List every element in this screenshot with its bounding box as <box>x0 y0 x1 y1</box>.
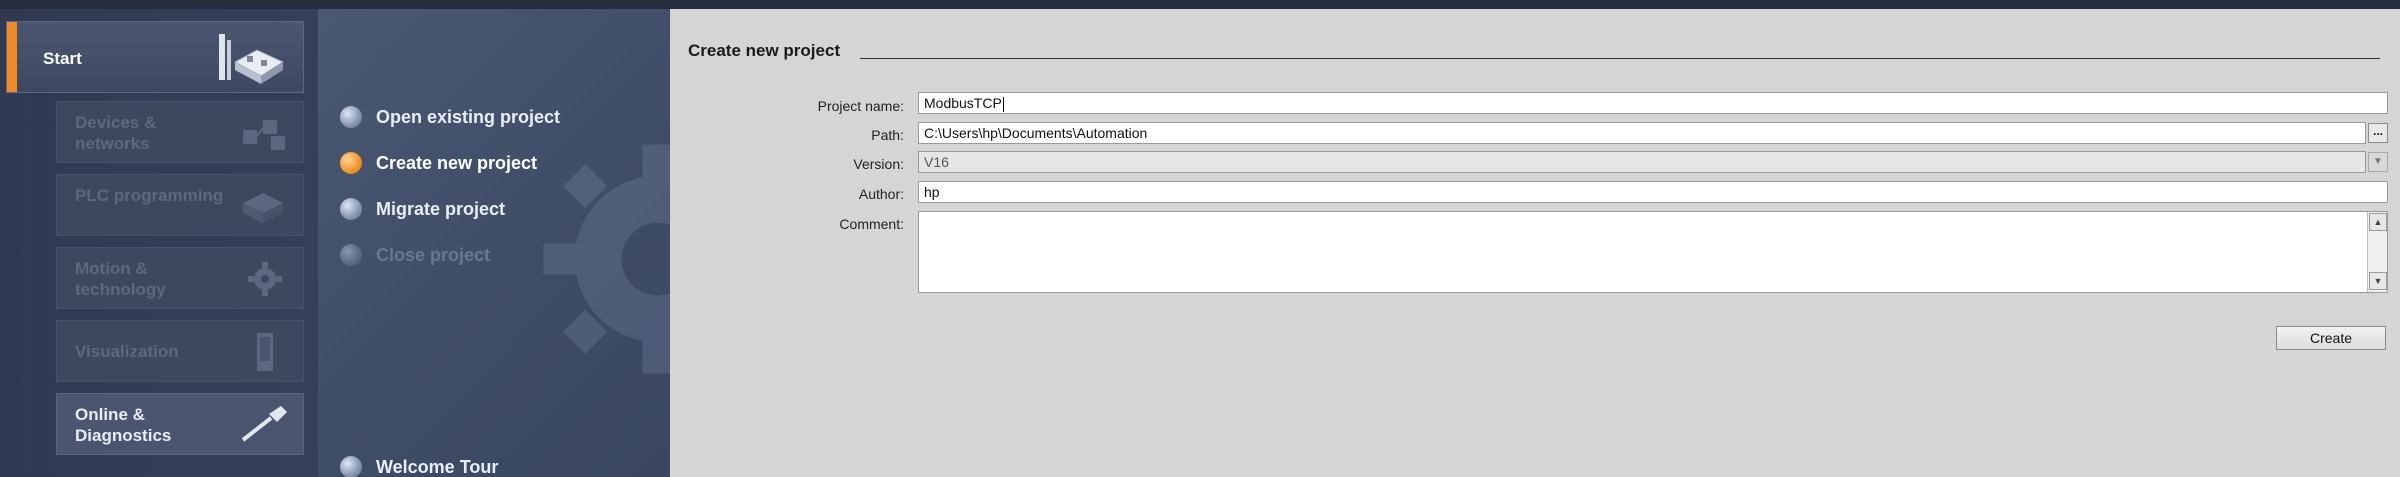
plc-programming-icon <box>243 193 283 223</box>
portal-start-button[interactable]: Start <box>6 21 304 93</box>
start-actions-panel: Open existing project Create new project… <box>318 9 670 477</box>
author-label: Author: <box>858 186 904 202</box>
action-migrate-project[interactable]: Migrate project <box>340 198 505 220</box>
portal-item-label: Online & Diagnostics <box>75 405 172 445</box>
section-divider <box>860 58 2380 59</box>
project-name-label: Project name: <box>817 98 904 114</box>
action-bullet-icon <box>340 198 362 220</box>
author-input[interactable]: hp <box>918 181 2388 203</box>
create-button[interactable]: Create <box>2276 326 2386 350</box>
action-open-existing-project[interactable]: Open existing project <box>340 106 560 128</box>
portal-item-label: Visualization <box>75 342 179 361</box>
portal-visualization[interactable]: Visualization <box>56 320 304 382</box>
chevron-down-icon[interactable]: ▼ <box>2368 152 2388 172</box>
portal-plc-programming[interactable]: PLC programming <box>56 174 304 236</box>
screwdriver-icon <box>241 406 287 442</box>
comment-label: Comment: <box>839 216 904 232</box>
portal-item-label: Devices & networks <box>75 113 157 153</box>
action-label: Create new project <box>376 152 538 173</box>
gear-watermark-icon <box>543 144 670 374</box>
portal-item-label: Motion & technology <box>75 259 166 299</box>
portal-start-label: Start <box>43 49 82 68</box>
version-select[interactable]: V16 <box>918 151 2366 173</box>
action-welcome-tour[interactable]: Welcome Tour <box>340 456 498 477</box>
action-label: Open existing project <box>376 106 561 127</box>
action-label: Welcome Tour <box>376 456 499 477</box>
portal-devices-networks[interactable]: Devices & networks <box>56 101 304 163</box>
devices-networks-icon <box>243 120 285 150</box>
action-label: Migrate project <box>376 198 506 219</box>
action-create-new-project[interactable]: Create new project <box>340 152 537 174</box>
action-bullet-icon <box>340 456 362 477</box>
scroll-down-icon[interactable]: ▼ <box>2369 272 2387 290</box>
portal-motion-technology[interactable]: Motion & technology <box>56 247 304 309</box>
create-project-form: Create new project Project name: ModbusT… <box>670 9 2400 477</box>
portal-online-diagnostics[interactable]: Online & Diagnostics <box>56 393 304 455</box>
active-accent-bar <box>7 22 17 92</box>
portal-item-label: PLC programming <box>75 186 224 205</box>
project-name-value: ModbusTCP <box>924 95 1002 111</box>
window-top-strip <box>0 0 2400 9</box>
visualization-icon <box>257 333 273 371</box>
action-label: Close project <box>376 244 491 265</box>
version-label: Version: <box>853 156 904 172</box>
scroll-up-icon[interactable]: ▲ <box>2369 213 2387 231</box>
action-bullet-disabled-icon <box>340 244 362 266</box>
action-bullet-active-icon <box>340 152 362 174</box>
comment-scrollbar[interactable]: ▲ ▼ <box>2367 212 2387 292</box>
text-caret <box>1002 96 1004 112</box>
gear-icon <box>248 262 282 296</box>
project-name-input[interactable]: ModbusTCP <box>918 92 2388 114</box>
path-label: Path: <box>871 127 904 143</box>
start-portal-icon <box>219 34 285 84</box>
portal-navigation: Start Devices & networks PLC programming <box>0 9 318 477</box>
action-close-project: Close project <box>340 244 490 266</box>
section-title: Create new project <box>688 41 841 60</box>
action-bullet-icon <box>340 106 362 128</box>
browse-button[interactable]: ... <box>2368 123 2388 143</box>
comment-textarea[interactable] <box>918 211 2388 293</box>
path-input[interactable]: C:\Users\hp\Documents\Automation <box>918 122 2366 144</box>
